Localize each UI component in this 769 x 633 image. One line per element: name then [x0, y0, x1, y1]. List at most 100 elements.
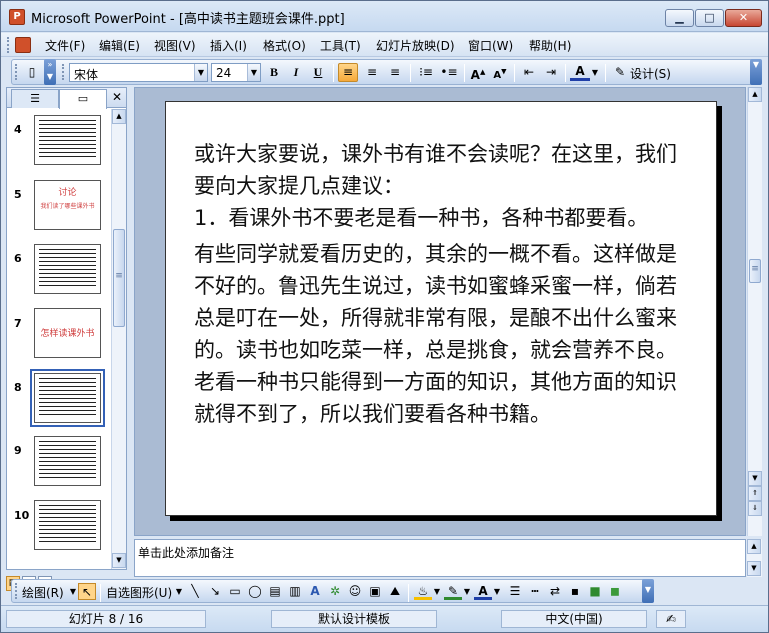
slide-editing-area[interactable]: 或许大家要说，课外书有谁不会读呢？在这里，我们要向大家提几点建议： 1．看课外书…: [134, 87, 746, 536]
bold-button[interactable]: B: [264, 63, 284, 82]
menu-grip-handle[interactable]: [7, 37, 10, 53]
font-color-icon[interactable]: A: [474, 583, 492, 600]
notes-pane[interactable]: 单击此处添加备注: [134, 539, 746, 577]
oval-tool-icon[interactable]: ◯: [246, 583, 264, 600]
scrollbar-thumb[interactable]: [749, 259, 761, 283]
chevron-down-icon[interactable]: ▼: [194, 64, 207, 81]
decrease-indent-button[interactable]: ⇤: [519, 63, 539, 82]
text-box-icon[interactable]: ▤: [266, 583, 284, 600]
italic-button[interactable]: I: [286, 63, 306, 82]
minimize-button[interactable]: ▁: [665, 9, 694, 27]
vertical-text-box-icon[interactable]: ▥: [286, 583, 304, 600]
notes-placeholder[interactable]: 单击此处添加备注: [138, 544, 234, 561]
scroll-up-icon[interactable]: ▲: [747, 539, 761, 554]
font-size-combo[interactable]: 24 ▼: [211, 63, 261, 82]
arrow-style-icon[interactable]: ⇄: [546, 583, 564, 600]
menu-format[interactable]: 格式(O): [263, 37, 306, 54]
align-center-button[interactable]: ≡: [362, 63, 382, 82]
slide-text-box[interactable]: 或许大家要说，课外书有谁不会读呢？在这里，我们要向大家提几点建议： 1．看课外书…: [194, 138, 694, 430]
decrease-font-size-button[interactable]: A▼: [490, 63, 510, 82]
design-icon[interactable]: ✎: [610, 63, 630, 82]
menu-tools[interactable]: 工具(T): [320, 37, 361, 54]
menu-slideshow[interactable]: 幻灯片放映(D): [376, 37, 455, 54]
slide-thumbnail-7[interactable]: 怎样读课外书: [34, 308, 101, 358]
picture-icon[interactable]: ▣: [366, 583, 384, 600]
diagram-icon[interactable]: ✲: [326, 583, 344, 600]
chevron-down-icon[interactable]: ▼: [432, 583, 442, 600]
slide-thumbnail-10[interactable]: [34, 500, 101, 550]
maximize-button[interactable]: □: [695, 9, 724, 27]
line-tool-icon[interactable]: ╲: [186, 583, 204, 600]
scroll-down-icon[interactable]: ▼: [112, 553, 126, 568]
menu-file[interactable]: 文件(F): [45, 37, 85, 54]
shadow-style-icon[interactable]: ▪: [566, 583, 584, 600]
slide-thumbnail-4[interactable]: [34, 115, 101, 165]
slide-scrollbar[interactable]: ▲ ▼ ⇑ ⇓: [747, 87, 762, 536]
arrow-tool-icon[interactable]: ↘: [206, 583, 224, 600]
toolbar-grip[interactable]: [15, 583, 18, 599]
slide-thumbnail-5[interactable]: 讨论 我们读了哪些课外书: [34, 180, 101, 230]
scroll-up-icon[interactable]: ▲: [112, 109, 126, 124]
toolbar-grip[interactable]: [15, 64, 18, 80]
slide-thumbnail-9[interactable]: [34, 436, 101, 486]
pane-close-button[interactable]: ✕: [110, 89, 124, 106]
underline-button[interactable]: U: [308, 63, 328, 82]
font-color-button[interactable]: A: [570, 63, 590, 81]
bullets-button[interactable]: •≡: [439, 63, 459, 82]
clipart-icon[interactable]: ☺: [346, 583, 364, 600]
line-color-icon[interactable]: ✎: [444, 583, 462, 600]
numbering-button[interactable]: ⁝≡: [416, 63, 436, 82]
next-slide-icon[interactable]: ⇓: [748, 501, 762, 516]
autoshapes-menu-button[interactable]: 自选图形(U): [106, 584, 172, 601]
title-bar[interactable]: P Microsoft PowerPoint - [高中读书主题班会课件.ppt…: [1, 1, 768, 32]
menu-insert[interactable]: 插入(I): [210, 37, 247, 54]
close-button[interactable]: ✕: [725, 9, 762, 27]
new-document-icon[interactable]: ▯: [22, 63, 42, 82]
rectangle-tool-icon[interactable]: ▭: [226, 583, 244, 600]
scrollbar-thumb[interactable]: [113, 229, 125, 327]
previous-slide-icon[interactable]: ⇑: [748, 486, 762, 501]
scroll-down-icon[interactable]: ▼: [748, 471, 762, 486]
design-template-name[interactable]: 默认设计模板: [271, 610, 437, 628]
increase-indent-button[interactable]: ⇥: [541, 63, 561, 82]
align-left-button[interactable]: ≡: [338, 63, 358, 82]
chevron-down-icon[interactable]: ▼: [247, 64, 260, 81]
notes-scrollbar[interactable]: ▲ ▼: [747, 539, 762, 577]
menu-view[interactable]: 视图(V): [154, 37, 196, 54]
increase-font-size-button[interactable]: A▲: [468, 63, 488, 82]
menu-help[interactable]: 帮助(H): [529, 37, 571, 54]
3d-box-icon[interactable]: ◼: [606, 583, 624, 600]
draw-menu-button[interactable]: 绘图(R): [22, 584, 64, 601]
font-color-dropdown[interactable]: ▼: [590, 63, 600, 82]
current-slide[interactable]: 或许大家要说，课外书有谁不会读呢？在这里，我们要向大家提几点建议： 1．看课外书…: [165, 101, 717, 516]
chevron-down-icon[interactable]: ▼: [462, 583, 472, 600]
insert-image-icon[interactable]: ⛰: [386, 583, 404, 600]
slides-pane-scrollbar[interactable]: ▲ ▼: [111, 109, 126, 569]
align-right-button[interactable]: ≡: [385, 63, 405, 82]
line-style-icon[interactable]: ☰: [506, 583, 524, 600]
toolbar-options-chevron[interactable]: ▼: [642, 579, 654, 603]
powerpoint-app-icon[interactable]: P: [9, 9, 25, 25]
tab-slides[interactable]: ▭: [59, 89, 107, 109]
toolbar-grip[interactable]: [62, 64, 65, 80]
menu-edit[interactable]: 编辑(E): [99, 37, 140, 54]
select-pointer-icon[interactable]: ↖: [78, 583, 96, 600]
document-icon[interactable]: [15, 37, 31, 53]
tab-outline[interactable]: ☰: [11, 89, 59, 108]
dash-style-icon[interactable]: ┅: [526, 583, 544, 600]
toolbar-options-chevron[interactable]: » ▼: [44, 59, 56, 85]
chevron-down-icon[interactable]: ▼: [492, 583, 502, 600]
wordart-icon[interactable]: A: [306, 583, 324, 600]
3d-style-icon[interactable]: ■: [586, 583, 604, 600]
font-name-combo[interactable]: 宋体 ▼: [69, 63, 208, 82]
design-button[interactable]: 设计(S): [630, 65, 671, 82]
menu-window[interactable]: 窗口(W): [468, 37, 513, 54]
spelling-check-icon[interactable]: ✍: [656, 610, 686, 628]
toolbar-options-chevron[interactable]: ▼: [750, 59, 762, 85]
scroll-down-icon[interactable]: ▼: [747, 561, 761, 576]
slide-thumbnail-list[interactable]: 4 5 讨论 我们读了哪些课外书 6 7 怎样读课外书 8 9 10: [7, 109, 111, 569]
slide-thumbnail-6[interactable]: [34, 244, 101, 294]
fill-color-icon[interactable]: ♨: [414, 583, 432, 600]
scroll-up-icon[interactable]: ▲: [748, 87, 762, 102]
slide-thumbnail-8[interactable]: [30, 369, 105, 427]
